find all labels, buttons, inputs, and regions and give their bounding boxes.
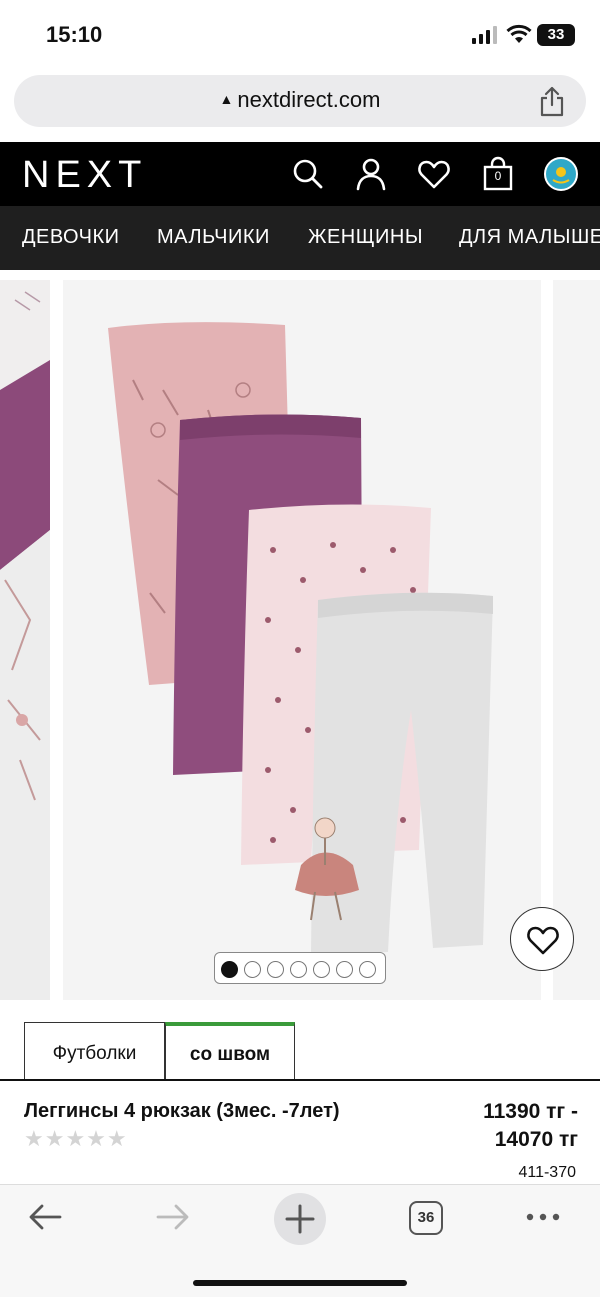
search-tabs: Футболки со швом: [0, 1022, 600, 1082]
home-indicator: [193, 1280, 407, 1286]
previous-product-image[interactable]: [0, 280, 50, 1000]
share-icon[interactable]: [538, 85, 566, 117]
brand-logo[interactable]: NEXT: [22, 154, 147, 197]
nav-item-girls[interactable]: ДЕВОЧКИ: [22, 226, 120, 249]
browser-toolbar: 36: [0, 1184, 600, 1297]
carousel-dot[interactable]: [244, 961, 261, 978]
shopping-bag[interactable]: 0: [480, 156, 516, 192]
nav-item-women[interactable]: ЖЕНЩИНЫ: [308, 226, 423, 249]
carousel-dot[interactable]: [267, 961, 284, 978]
product-price-from: 11390 тг -: [483, 1100, 578, 1123]
search-icon[interactable]: [290, 156, 326, 192]
carousel-dot[interactable]: [336, 961, 353, 978]
add-to-favourites-button[interactable]: [510, 907, 574, 971]
status-bar: 15:10 33: [0, 0, 600, 72]
leggings-4-pack-image: [108, 322, 493, 955]
new-tab-button[interactable]: [274, 1193, 326, 1245]
more-options-icon[interactable]: [524, 1197, 564, 1237]
product-price-to: 14070 тг: [494, 1128, 578, 1151]
wifi-icon: [506, 24, 532, 43]
tab-tshirts[interactable]: Футболки: [24, 1022, 165, 1081]
next-product-image[interactable]: [553, 280, 600, 1000]
heart-icon: [527, 926, 559, 955]
carousel-dot[interactable]: [290, 961, 307, 978]
plus-icon: [285, 1204, 315, 1234]
rating-stars: ★★★★★: [24, 1126, 128, 1151]
product-image-carousel[interactable]: [0, 280, 600, 1002]
status-time: 15:10: [46, 22, 103, 47]
leggings-image-partial: [0, 291, 50, 1000]
main-product-image[interactable]: [63, 280, 541, 1000]
url-text: nextdirect.com: [237, 87, 381, 112]
carousel-dot[interactable]: [221, 961, 238, 978]
carousel-dot[interactable]: [359, 961, 376, 978]
site-header: NEXT 0: [0, 142, 600, 206]
tab-seam[interactable]: со швом: [165, 1022, 295, 1081]
tabs-divider: [0, 1079, 600, 1081]
lock-icon: ▲: [219, 91, 234, 107]
cellular-signal-icon: [472, 26, 497, 44]
category-nav: ДЕВОЧКИ МАЛЬЧИКИ ЖЕНЩИНЫ ДЛЯ МАЛЫШЕЙ: [0, 206, 600, 270]
product-name[interactable]: Леггинсы 4 рюкзак (3мес. -7лет): [24, 1100, 340, 1123]
battery-icon: 33: [537, 24, 575, 46]
bag-count: 0: [494, 169, 502, 183]
url-text-wrapper: ▲ nextdirect.com: [14, 87, 586, 113]
nav-item-baby[interactable]: ДЛЯ МАЛЫШЕЙ: [459, 226, 600, 249]
account-icon[interactable]: [353, 156, 389, 192]
nav-item-boys[interactable]: МАЛЬЧИКИ: [157, 226, 270, 249]
wishlist-icon[interactable]: [416, 156, 452, 192]
tabs-overview-button[interactable]: 36: [409, 1201, 443, 1235]
carousel-pagination: [214, 952, 386, 984]
carousel-dot[interactable]: [313, 961, 330, 978]
back-arrow-icon[interactable]: [26, 1197, 66, 1237]
product-code: 411-370: [518, 1164, 576, 1181]
country-flag-icon[interactable]: [543, 156, 579, 192]
forward-arrow-icon[interactable]: [152, 1197, 192, 1237]
address-bar[interactable]: ▲ nextdirect.com: [14, 75, 586, 127]
